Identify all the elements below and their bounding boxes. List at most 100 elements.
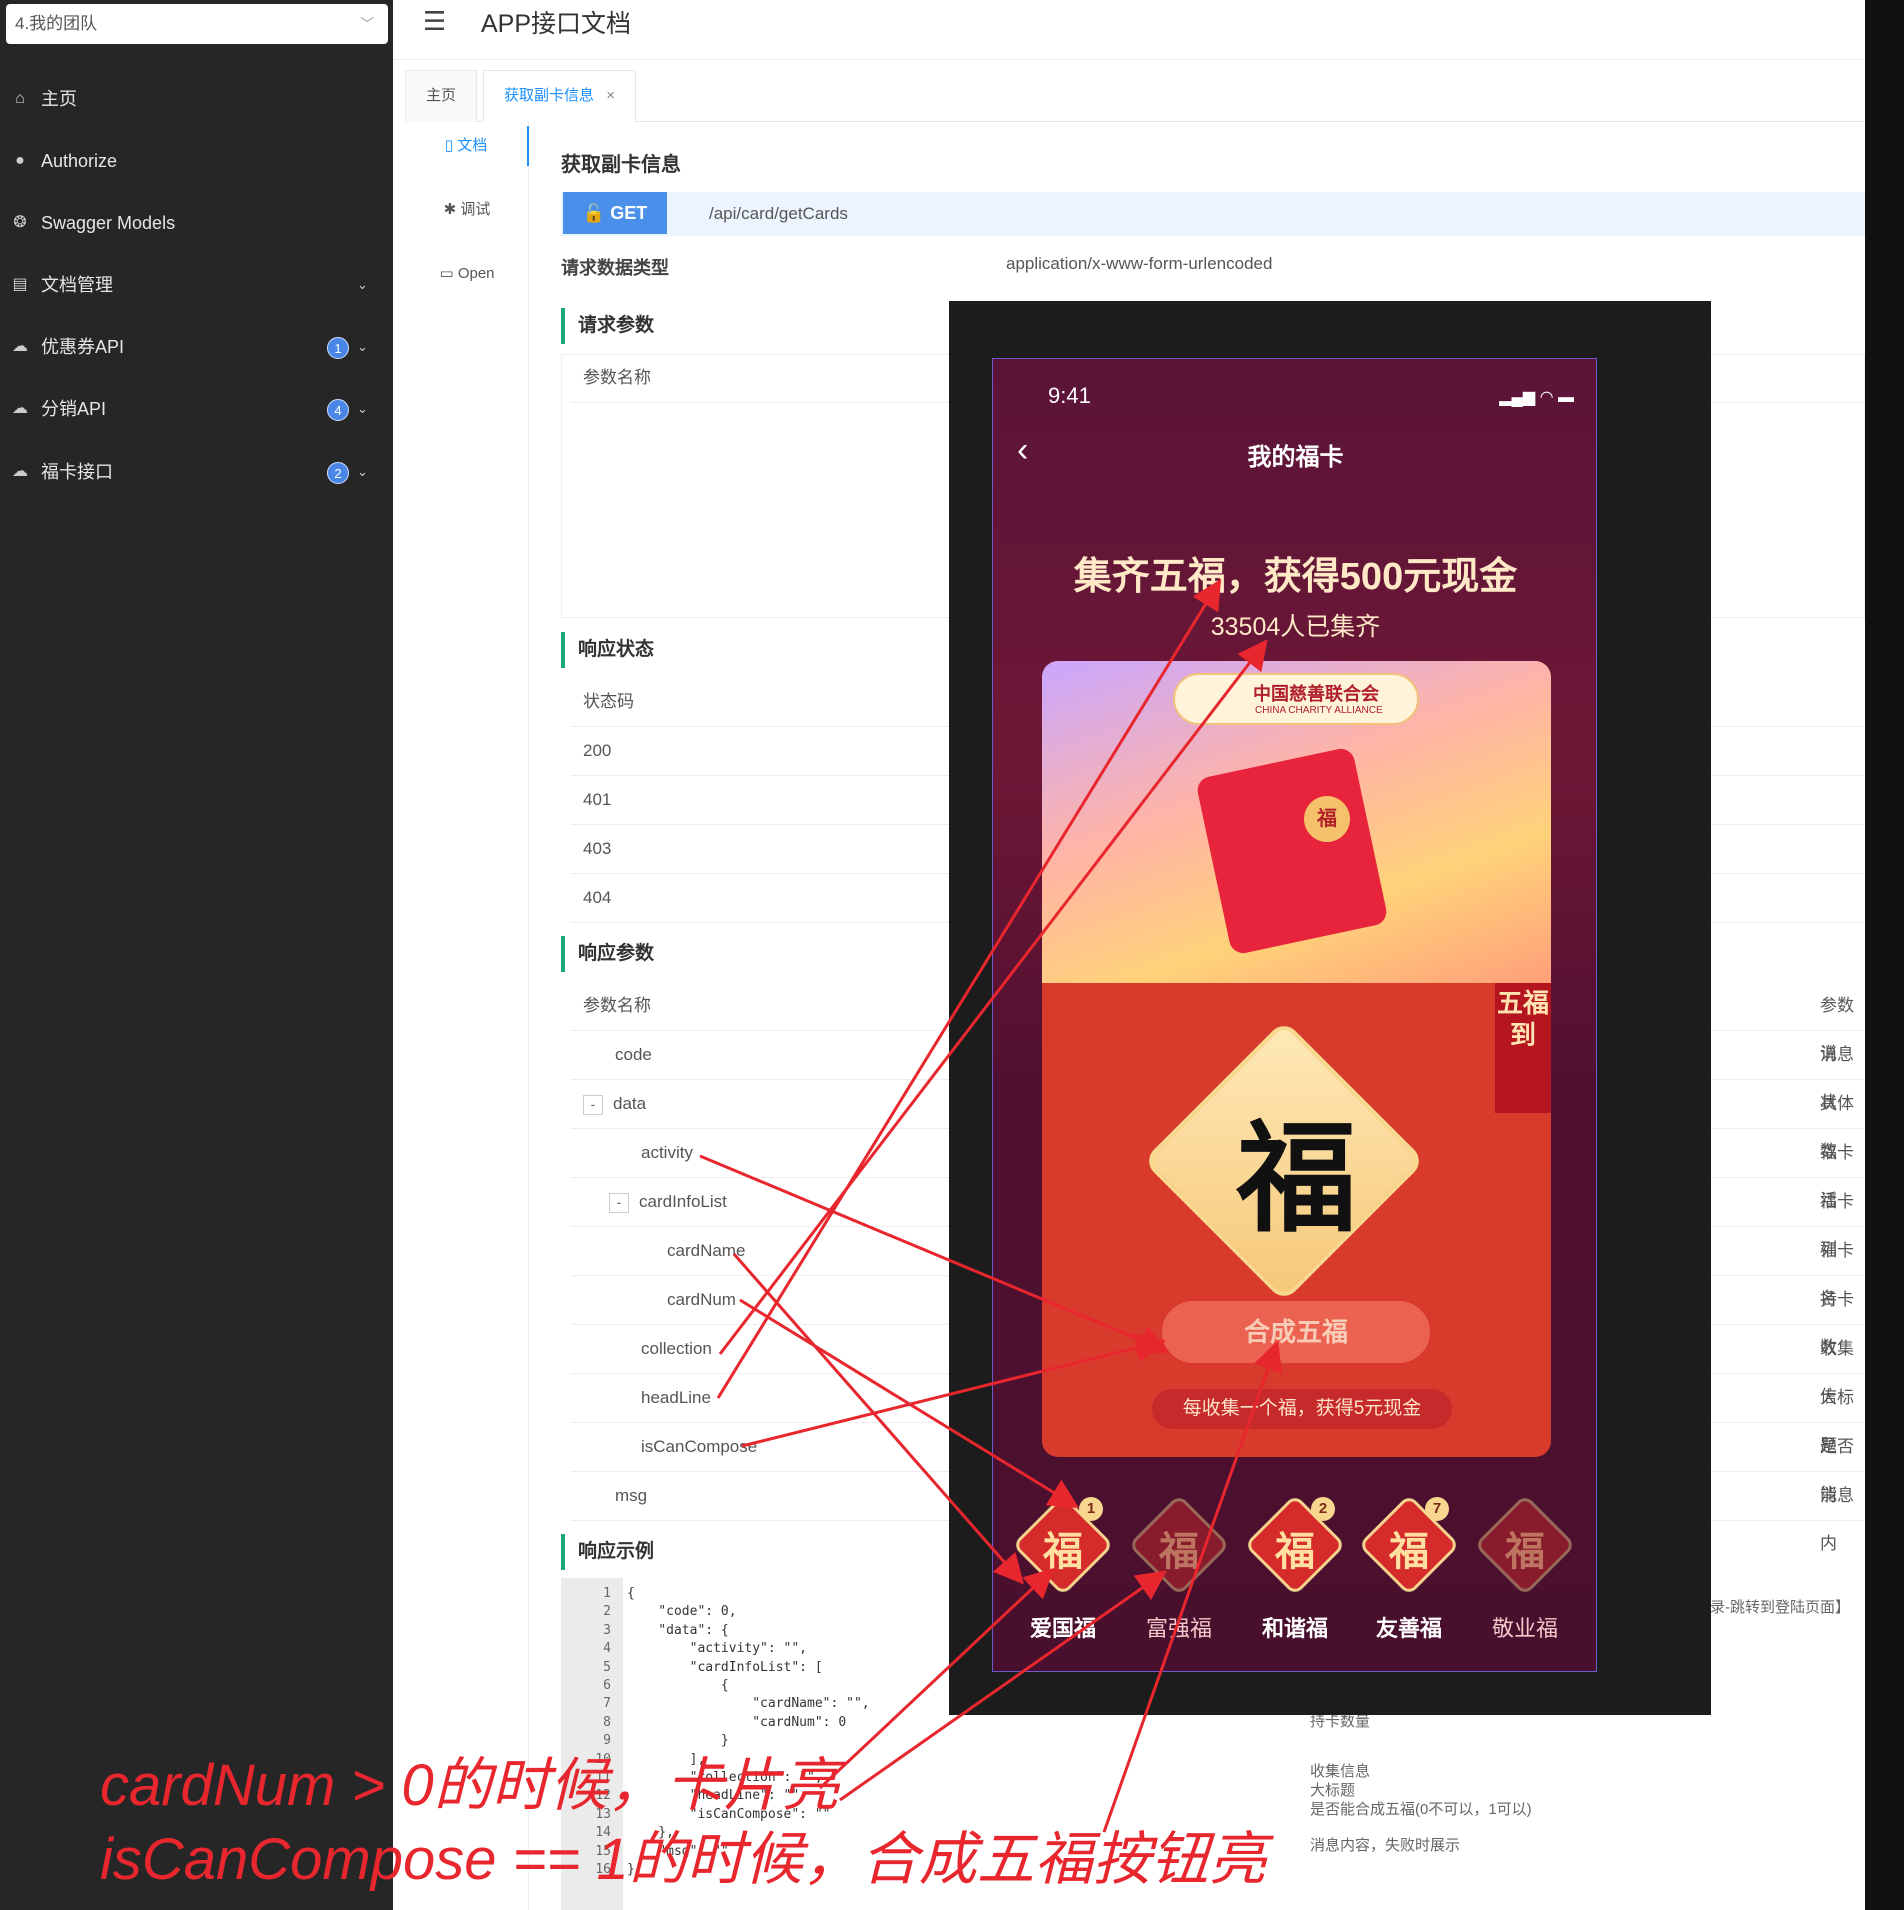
sidebar-item-label: 文档管理 (41, 275, 113, 295)
cloud-icon: ☁ (12, 463, 28, 480)
card-count-badge: 2 (1311, 1497, 1335, 1521)
app-title: APP接口文档 (481, 10, 632, 38)
card-glyph: 福 (1505, 1528, 1545, 1575)
sidebar-item-home[interactable]: ⌂ 主页 (0, 74, 393, 124)
menu-fold-icon[interactable]: ☰ (423, 6, 446, 37)
code-comment: 消息内容，失败时展示 (1310, 1837, 1461, 1854)
sidebar-item-swagger-models[interactable]: ❂ Swagger Models (0, 198, 393, 248)
collected-count: 33504人已集齐 (1210, 613, 1381, 641)
section-response-status: 响应状态 (561, 632, 654, 668)
sidebar-item-doc-manage[interactable]: ▤ 文档管理 ⌄ (0, 260, 393, 310)
bug-icon: ✱ (443, 201, 461, 218)
status-code: 403 (583, 839, 612, 858)
window-edge (1865, 0, 1904, 1910)
tab-get-cards[interactable]: 获取副卡信息 × (483, 70, 636, 122)
annotation-line-1: cardNum > 0的时候，卡片亮 (100, 1753, 840, 1818)
banner-illustration: 福 中国慈善联合会 CHINA CHARITY ALLIANCE (1042, 661, 1551, 983)
sidebar-item-label: 主页 (41, 89, 77, 109)
count-badge: 1 (327, 337, 349, 359)
sidebar-item-fuka-api[interactable]: ☁ 福卡接口 2 ⌄ (0, 447, 393, 497)
tab-home[interactable]: 主页 (405, 70, 478, 122)
close-icon[interactable]: × (606, 87, 615, 104)
line-number: 4 (603, 1641, 611, 1657)
code-comment: 大标题 (1310, 1782, 1356, 1799)
submenu-open[interactable]: ▭ Open (405, 254, 529, 294)
card-name: 敬业福 (1491, 1616, 1558, 1641)
code-line: { (627, 1586, 635, 1601)
sidebar-item-label: 分销API (41, 399, 107, 419)
line-number: 6 (603, 1678, 611, 1693)
big-fu-character: 福 (1236, 1108, 1357, 1249)
lock-icon: ● (15, 152, 25, 169)
phone-preview: 9:41 ▂▄▆ ◠ ▬ ‹ 我的福卡 集齐五福，获得500元现金 33504人… (992, 358, 1597, 1672)
phone-nav-title: 我的福卡 (1247, 444, 1344, 471)
endpoint-path[interactable]: /api/card/getCards (709, 192, 848, 236)
doc-submenu: ▯ 文档 ✱ 调试 ▭ Open (405, 122, 529, 1910)
card-glyph: 福 (1159, 1528, 1199, 1575)
request-type-label: 请求数据类型 (561, 258, 669, 278)
doc-icon: ▯ (444, 137, 458, 154)
sidebar-item-authorize[interactable]: ● Authorize (0, 136, 393, 186)
compose-button[interactable]: 合成五福 (1162, 1301, 1430, 1363)
cube-icon: ❂ (13, 214, 27, 231)
column-header: 参数名称 (583, 368, 651, 387)
param-name: collection (641, 1339, 712, 1358)
team-select[interactable]: 4.我的团队 ﹀ (6, 4, 388, 44)
status-code: 200 (583, 741, 612, 760)
annotation-line-2: isCanCompose == 1的时候，合成五福按钮亮 (100, 1827, 1267, 1892)
section-request-params: 请求参数 (561, 308, 654, 344)
column-header: 状态码 (583, 692, 634, 711)
code-line: "code": 0, (627, 1604, 737, 1620)
param-name: msg (615, 1486, 648, 1505)
sidebar-item-label: 福卡接口 (41, 462, 113, 482)
cloud-icon: ☁ (12, 338, 28, 355)
code-line: "cardNum": 0 (627, 1714, 847, 1730)
chevron-down-icon: ⌄ (357, 401, 368, 416)
section-response-params: 响应参数 (561, 936, 654, 972)
sidebar-item-label: Swagger Models (41, 213, 176, 233)
status-code: 401 (583, 790, 612, 809)
card-glyph: 福 (1043, 1528, 1083, 1575)
collapse-toggle[interactable]: - (609, 1192, 629, 1213)
param-name: data (613, 1094, 647, 1113)
line-number: 2 (603, 1604, 611, 1620)
submenu-label: 文档 (457, 137, 488, 154)
fu-seal: 福 (1304, 796, 1350, 842)
code-line: "cardName": "", (627, 1696, 870, 1712)
code-line: { (627, 1678, 729, 1693)
card-glyph: 福 (1275, 1528, 1315, 1575)
param-name: headLine (641, 1388, 711, 1407)
param-desc: 消息内 (1820, 1486, 1854, 1553)
submenu-label: 调试 (460, 201, 491, 218)
endpoint-bar: 🔓 GET /api/card/getCards (561, 192, 1865, 236)
submenu-debug[interactable]: ✱ 调试 (405, 190, 529, 230)
sidebar-item-label: 优惠券API (41, 337, 125, 357)
page-title: 获取副卡信息 (561, 154, 681, 176)
line-number: 5 (603, 1659, 611, 1675)
status-icons: ▂▄▆ ◠ ▬ (1499, 389, 1574, 406)
chevron-down-icon: ﹀ (360, 16, 374, 32)
line-number: 8 (603, 1714, 611, 1730)
submenu-doc[interactable]: ▯ 文档 (405, 126, 529, 166)
column-header: 参数名称 (583, 996, 651, 1015)
param-name: isCanCompose (641, 1437, 758, 1456)
method-label: GET (610, 203, 648, 223)
doc-icon: ▤ (12, 276, 28, 293)
submenu-label: Open (457, 265, 495, 282)
line-number: 3 (603, 1622, 611, 1638)
card-count-badge: 7 (1425, 1497, 1449, 1521)
code-line: "data": { (627, 1622, 729, 1638)
card-name: 和谐福 (1261, 1616, 1328, 1641)
collapse-toggle[interactable]: - (583, 1094, 603, 1115)
tab-label: 主页 (426, 87, 457, 104)
file-icon: ▭ (439, 265, 458, 282)
sidebar-item-coupon-api[interactable]: ☁ 优惠券API 1 ⌄ (0, 322, 393, 372)
card-name: 友善福 (1375, 1616, 1442, 1641)
tab-bar: 主页 获取副卡信息 × (405, 70, 1865, 122)
cloud-icon: ☁ (12, 400, 28, 417)
home-icon: ⌂ (15, 90, 25, 107)
count-badge: 4 (327, 399, 349, 421)
sidebar-item-distribution-api[interactable]: ☁ 分销API 4 ⌄ (0, 384, 393, 434)
param-name: activity (641, 1143, 693, 1162)
line-number: 1 (603, 1586, 611, 1601)
